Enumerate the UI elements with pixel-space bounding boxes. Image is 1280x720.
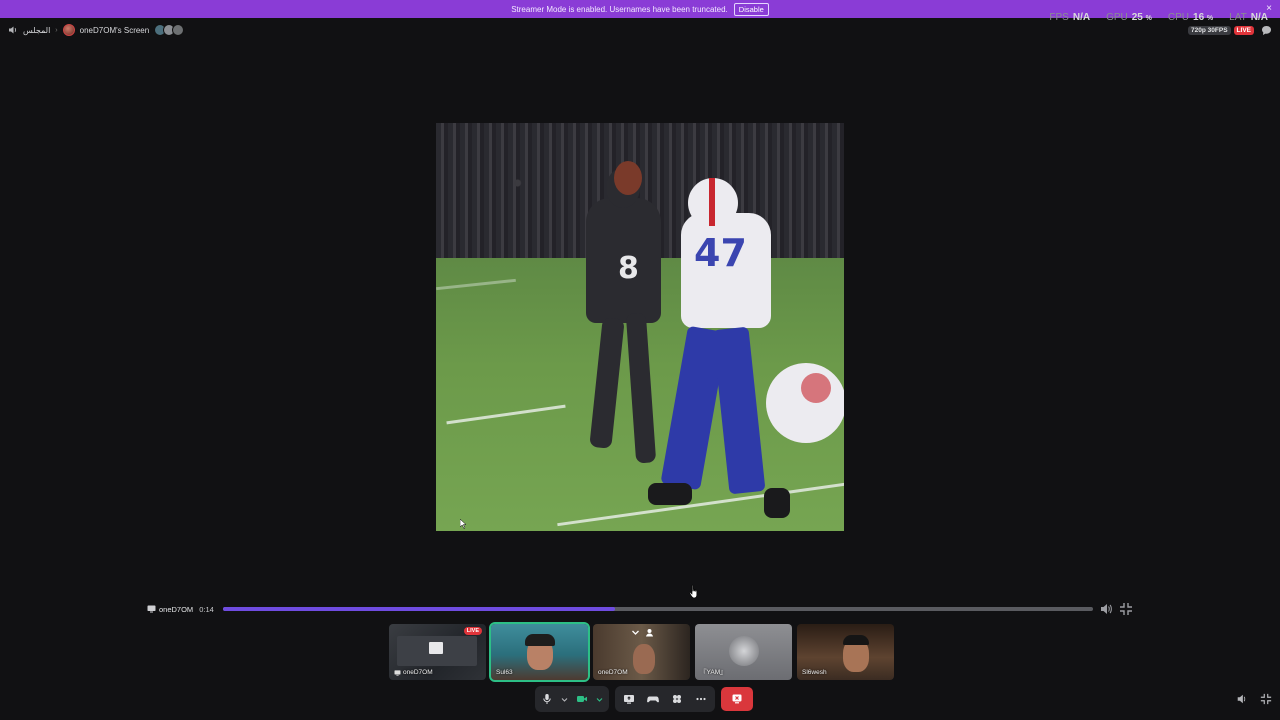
microphone-icon[interactable] — [541, 693, 553, 705]
user-settings-icon[interactable] — [645, 628, 654, 637]
mouse-cursor-icon — [460, 519, 467, 529]
participant-name: Sl6wesh — [802, 669, 827, 676]
fps-stat: FPS N/A — [1049, 12, 1091, 23]
cleat — [764, 488, 790, 518]
performance-stats: FPS N/A GPU 25 % CPU 16 % LAT N/A — [1049, 12, 1268, 23]
presenter-name: oneD7OM — [159, 604, 194, 614]
bottom-right-controls — [1236, 693, 1272, 705]
end-call-button[interactable] — [721, 687, 753, 711]
hand-cursor-icon — [689, 584, 698, 599]
live-badge: LIVE — [463, 627, 482, 635]
cpu-stat: CPU 16 % — [1167, 12, 1214, 23]
disable-streamer-mode-button[interactable]: Disable — [733, 2, 769, 16]
participant-video — [525, 634, 555, 646]
progress-fill — [223, 607, 615, 611]
participant-name: oneD7OM — [394, 669, 433, 676]
action-group — [615, 686, 715, 712]
call-controls — [535, 686, 753, 712]
tile-controls — [631, 628, 654, 637]
chevron-down-icon[interactable] — [561, 696, 568, 703]
live-badge: LIVE — [1233, 26, 1254, 35]
chat-icon[interactable] — [1261, 25, 1272, 36]
speaker-icon — [9, 26, 17, 34]
mic-group — [535, 686, 609, 712]
stream-badges: 720p 30FPS LIVE — [1188, 25, 1272, 36]
fullscreen-exit-icon[interactable] — [1260, 693, 1272, 705]
screen-share-icon[interactable] — [623, 693, 635, 705]
helmet-stripe — [709, 178, 715, 226]
football — [614, 161, 642, 195]
participant-strip: LIVE oneD7OM Sul63 oneD7OM 『YAM』 Sl6wesh — [389, 622, 894, 682]
more-icon[interactable] — [695, 693, 707, 705]
stream-header: المجلس › oneD7OM's Screen — [8, 23, 185, 37]
cleat — [648, 483, 692, 505]
screen-share-icon — [147, 605, 156, 613]
participant-video — [843, 635, 869, 645]
jersey-number: 8 — [618, 251, 639, 286]
screen-share-icon — [394, 669, 401, 676]
player-white-fallen — [766, 363, 844, 443]
participant-tile[interactable]: LIVE oneD7OM — [389, 624, 486, 680]
participant-name: 『YAM』 — [700, 669, 727, 676]
avatar — [172, 24, 185, 36]
chevron-down-icon[interactable] — [596, 696, 603, 703]
avatar — [62, 24, 75, 36]
presenter-label: oneD7OM — [147, 605, 193, 614]
breadcrumb-separator: › — [55, 26, 58, 34]
end-call-icon — [732, 694, 742, 704]
elapsed-time: 0:14 — [199, 604, 214, 614]
participant-tile[interactable]: Sl6wesh — [797, 624, 894, 680]
banner-text: Streamer Mode is enabled. Usernames have… — [511, 4, 728, 14]
avatar — [729, 636, 759, 666]
stream-video[interactable]: 8 47 — [436, 123, 844, 531]
progress-bar[interactable] — [223, 607, 1094, 611]
player-detail — [801, 373, 831, 403]
gpu-stat: GPU 25 % — [1106, 12, 1152, 23]
participant-name: Sul63 — [496, 669, 513, 676]
participant-tile[interactable]: 『YAM』 — [695, 624, 792, 680]
participant-video — [633, 644, 655, 674]
participant-tile[interactable]: Sul63 — [489, 622, 590, 682]
screen-share-icon — [429, 642, 443, 654]
fullscreen-exit-icon[interactable] — [1119, 602, 1133, 616]
camera-icon[interactable] — [576, 693, 588, 705]
viewer-avatars[interactable] — [154, 24, 185, 36]
volume-icon[interactable] — [1099, 602, 1113, 616]
soundboard-icon[interactable] — [671, 693, 683, 705]
participant-tile[interactable]: oneD7OM — [593, 624, 690, 680]
player-controls: oneD7OM 0:14 — [147, 602, 1137, 616]
latency-stat: LAT N/A — [1229, 12, 1268, 23]
participant-name: oneD7OM — [598, 669, 628, 676]
volume-icon[interactable] — [1236, 693, 1248, 705]
activity-icon[interactable] — [647, 693, 659, 705]
chevron-down-icon[interactable] — [631, 628, 640, 637]
quality-badge: 720p 30FPS — [1188, 26, 1231, 35]
stream-title: oneD7OM's Screen — [79, 25, 150, 35]
jersey-number: 47 — [694, 231, 747, 275]
channel-name[interactable]: المجلس — [23, 26, 50, 35]
